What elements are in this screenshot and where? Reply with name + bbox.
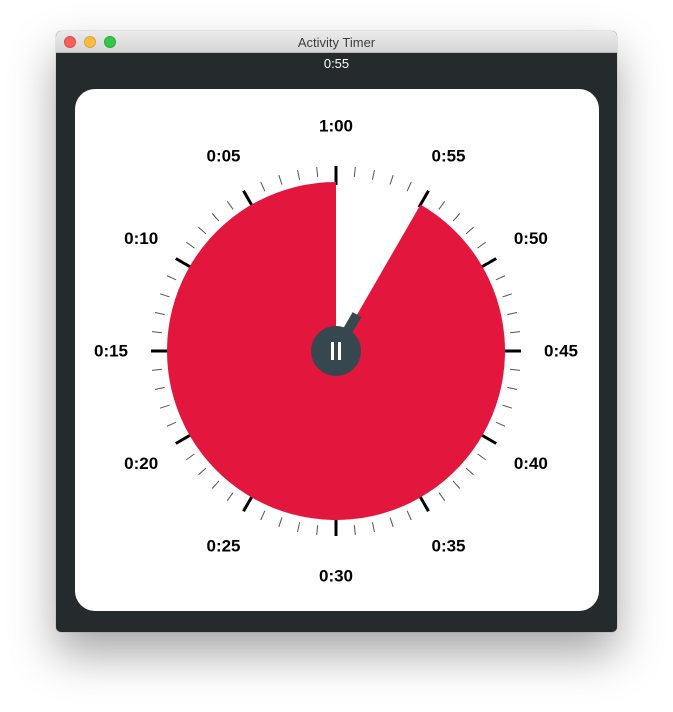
minor-tick: [151, 368, 163, 371]
minor-tick: [371, 169, 375, 180]
minor-tick: [151, 331, 163, 334]
minor-tick: [159, 404, 170, 409]
minor-tick: [198, 226, 207, 235]
minor-tick: [159, 293, 170, 298]
pause-bar-left: [331, 342, 334, 360]
minor-tick: [154, 312, 165, 316]
major-tick: [417, 190, 430, 208]
dial-label: 0:20: [124, 454, 158, 473]
hub-circle[interactable]: [311, 326, 361, 376]
minor-tick: [502, 293, 513, 298]
minor-tick: [211, 480, 220, 489]
minor-tick: [438, 201, 446, 210]
minor-tick: [452, 213, 461, 222]
minor-tick: [495, 275, 506, 281]
dial-label: 0:10: [124, 229, 158, 248]
minor-tick: [278, 517, 283, 528]
app-window: Activity Timer 0:55 1:00 0:55 0:50 0:45 0:40…: [56, 31, 617, 632]
minor-tick: [353, 524, 356, 536]
minor-tick: [389, 517, 394, 528]
minor-tick: [477, 241, 486, 249]
minor-tick: [495, 421, 506, 427]
title-bar[interactable]: Activity Timer: [56, 31, 617, 53]
dial-label: 0:45: [544, 342, 578, 361]
minor-tick: [509, 368, 521, 371]
minor-tick: [154, 386, 165, 390]
remaining-time-label: 0:55: [323, 56, 350, 71]
dial-label: 0:15: [94, 342, 128, 361]
minor-tick: [166, 421, 177, 427]
dial-label: 0:25: [206, 536, 240, 555]
minor-tick: [406, 510, 412, 521]
minor-tick: [507, 386, 518, 390]
dial-label: 0:40: [514, 454, 548, 473]
minor-tick: [316, 166, 319, 178]
pause-bar-right: [338, 342, 341, 360]
timer-card: 1:00 0:55 0:50 0:45 0:40 0:35 0:30 0:25 0:20 0:15…: [75, 89, 599, 611]
minor-tick: [198, 467, 207, 476]
minor-tick: [226, 201, 234, 210]
minor-tick: [452, 480, 461, 489]
minor-tick: [278, 174, 283, 185]
minor-tick: [297, 522, 301, 533]
minor-tick: [477, 453, 486, 461]
minor-tick: [226, 492, 234, 501]
minor-tick: [509, 331, 521, 334]
minor-tick: [211, 213, 220, 222]
minor-tick: [502, 404, 513, 409]
dial-label: 0:50: [514, 229, 548, 248]
dial-label: 0:55: [431, 147, 465, 166]
minor-tick: [260, 181, 266, 192]
minor-tick: [186, 241, 195, 249]
minor-tick: [465, 226, 474, 235]
minor-tick: [186, 453, 195, 461]
status-strip: 0:55: [56, 53, 617, 75]
dial-label: 0:35: [431, 536, 465, 555]
minor-tick: [353, 166, 356, 178]
minor-tick: [371, 522, 375, 533]
minor-tick: [465, 467, 474, 476]
minor-tick: [166, 275, 177, 281]
minor-tick: [507, 312, 518, 316]
dial-label: 0:05: [206, 147, 240, 166]
minor-tick: [316, 524, 319, 536]
minor-tick: [438, 492, 446, 501]
minor-tick: [389, 174, 394, 185]
dial-label: 1:00: [319, 117, 353, 136]
minor-tick: [406, 181, 412, 192]
pause-button[interactable]: [311, 326, 361, 376]
minor-tick: [260, 510, 266, 521]
window-title: Activity Timer: [297, 35, 376, 50]
timer-dial[interactable]: 1:00 0:55 0:50 0:45 0:40 0:35 0:30 0:25 0:20 0:15…: [75, 89, 599, 611]
dial-label: 0:30: [319, 567, 353, 586]
minor-tick: [297, 169, 301, 180]
